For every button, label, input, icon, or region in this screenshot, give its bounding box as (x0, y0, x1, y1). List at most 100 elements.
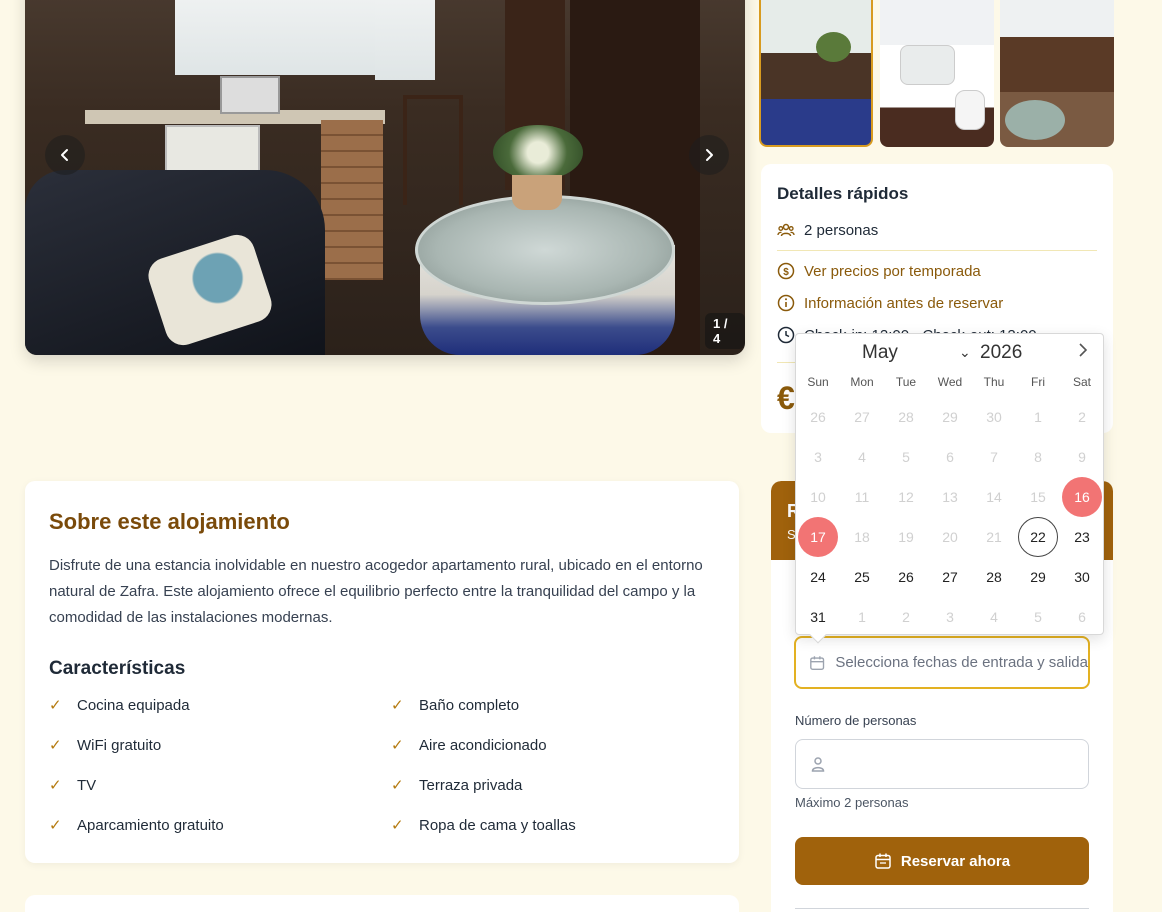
calendar-day[interactable]: 29 (1018, 557, 1058, 597)
calendar-day[interactable]: 28 (974, 557, 1014, 597)
thumbnail-3[interactable] (1000, 0, 1114, 147)
calendar-day[interactable]: 30 (1062, 557, 1102, 597)
divider (795, 908, 1089, 909)
calendar-day[interactable]: 25 (842, 557, 882, 597)
weekday-label: Mon (850, 375, 874, 389)
people-input[interactable] (795, 739, 1089, 789)
feature-item: ✓ Terraza privada (391, 776, 523, 795)
about-description: Disfrute de una estancia inolvidable en … (49, 557, 703, 626)
thumbnail-1[interactable] (759, 0, 873, 147)
gallery-next-button[interactable] (689, 135, 729, 175)
thumbnail-2[interactable] (880, 0, 994, 147)
calendar-day: 6 (1078, 609, 1086, 625)
window-left (175, 0, 375, 75)
calendar-day: 12 (898, 489, 914, 505)
main-photo: 1 / 4 (25, 0, 745, 355)
calendar-day: 9 (1078, 449, 1086, 465)
calendar-day: 28 (898, 409, 914, 425)
chevron-right-icon (1079, 343, 1088, 357)
calendar-day: 5 (1034, 609, 1042, 625)
next-section-card (25, 895, 739, 912)
calendar-day: 13 (942, 489, 958, 505)
reserve-label: Reservar ahora (900, 852, 1011, 870)
calendar-day[interactable]: 22 (1018, 517, 1058, 557)
feature-item: ✓ Aparcamiento gratuito (49, 816, 224, 835)
chevron-down-icon[interactable]: ⌄ (959, 344, 971, 361)
feature-label: Cocina equipada (77, 696, 190, 714)
date-picker-popup: May ⌄ 2026 Sun Mon Tue Wed Thu Fri Sat 26 27 28 2… (795, 333, 1105, 644)
weekday-label: Sat (1072, 375, 1091, 389)
calendar-day[interactable]: 24 (798, 557, 838, 597)
calendar-day[interactable]: 17 (798, 517, 838, 557)
users-icon (777, 221, 795, 239)
check-icon: ✓ (391, 697, 404, 714)
calendar-day: 1 (858, 609, 866, 625)
feature-item: ✓ Ropa de cama y toallas (391, 816, 576, 835)
gallery-prev-button[interactable] (45, 135, 85, 175)
calendar-day: 10 (810, 489, 826, 505)
feature-label: Aire acondicionado (419, 736, 547, 754)
weekday-label: Thu (983, 375, 1005, 389)
feature-label: Ropa de cama y toallas (419, 816, 576, 834)
thumb-sink (900, 45, 955, 85)
feature-item: ✓ WiFi gratuito (49, 736, 161, 755)
feature-item: ✓ Baño completo (391, 696, 520, 715)
glass-table (415, 195, 675, 305)
seasonal-prices-link[interactable]: $ Ver precios por temporada (777, 262, 981, 280)
feature-label: Terraza privada (419, 776, 523, 794)
calendar-day: 26 (810, 409, 826, 425)
year-input[interactable]: 2026 (980, 342, 1022, 364)
info-before-text: Información antes de reservar (804, 294, 1004, 312)
calendar-day[interactable]: 23 (1062, 517, 1102, 557)
calendar-day: 6 (946, 449, 954, 465)
calendar-day: 2 (1078, 409, 1086, 425)
calendar-icon (810, 655, 825, 670)
next-month-button[interactable] (1076, 342, 1090, 363)
chair (403, 95, 463, 205)
calendar-day: 2 (902, 609, 910, 625)
people-text: 2 personas (804, 221, 879, 239)
calendar-day: 27 (854, 409, 870, 425)
calendar-day: 18 (854, 529, 870, 545)
check-icon: ✓ (49, 737, 62, 754)
clock-icon (777, 326, 795, 344)
features-title: Características (49, 658, 186, 679)
reserve-button[interactable]: Reservar ahora (795, 837, 1089, 885)
calendar-day[interactable]: 26 (886, 557, 926, 597)
calendar-day: 21 (986, 529, 1002, 545)
plant (493, 125, 583, 180)
window-mid (375, 0, 435, 80)
user-icon (811, 757, 825, 772)
calendar-day: 3 (814, 449, 822, 465)
weekday-label: Fri (1031, 375, 1045, 389)
calendar-day[interactable]: 16 (1062, 477, 1102, 517)
price-symbol: € (777, 380, 795, 416)
seasonal-prices-text: Ver precios por temporada (804, 262, 981, 280)
calendar-day: 3 (946, 609, 954, 625)
calendar-day: 19 (898, 529, 914, 545)
month-select[interactable]: May (862, 342, 898, 364)
calendar-day: 5 (902, 449, 910, 465)
weekday-label: Tue (895, 375, 917, 389)
date-range-input[interactable]: Selecciona fechas de entrada y salida (794, 636, 1090, 689)
divider (777, 250, 1097, 251)
about-title: Sobre este alojamiento (49, 509, 290, 534)
weekday-label: Wed (937, 375, 963, 389)
info-icon (777, 294, 795, 312)
chevron-right-icon (706, 149, 713, 161)
feature-item: ✓ Cocina equipada (49, 696, 190, 715)
calendar-day: 15 (1030, 489, 1046, 505)
feature-label: Baño completo (419, 696, 520, 714)
feature-item: ✓ Aire acondicionado (391, 736, 547, 755)
thumb-toilet (955, 90, 985, 130)
quick-details-title: Detalles rápidos (777, 184, 909, 203)
people-hint: Máximo 2 personas (795, 795, 909, 810)
info-before-link[interactable]: Información antes de reservar (777, 294, 1003, 312)
check-icon: ✓ (49, 777, 62, 794)
weekday-label: Sun (807, 375, 829, 389)
calendar-day[interactable]: 27 (930, 557, 970, 597)
calendar-day[interactable]: 31 (798, 597, 838, 637)
people-label: Número de personas (795, 713, 917, 728)
calendar-header: May ⌄ 2026 (796, 340, 1105, 366)
feature-item: ✓ TV (49, 776, 96, 795)
